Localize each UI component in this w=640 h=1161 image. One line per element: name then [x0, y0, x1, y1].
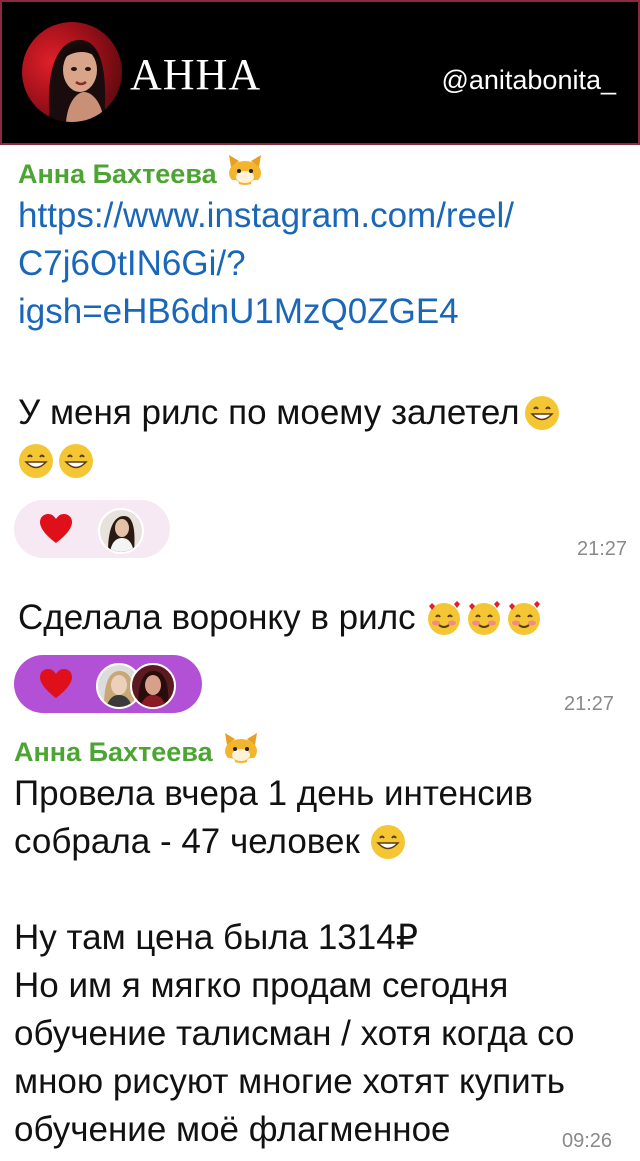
smiling-hearts-emoji-icon	[427, 601, 460, 635]
instagram-handle[interactable]: @anitabonita_	[441, 64, 616, 96]
reaction-pill[interactable]	[14, 655, 202, 713]
cat-emoji-icon	[221, 731, 261, 772]
text-line: обучение талисман / хотя когда со	[14, 1014, 575, 1053]
text-line: обучение моё флагменное	[14, 1110, 451, 1149]
text-line: Но им я мягко продам сегодня	[14, 966, 509, 1005]
link-line: igsh=eHB6dnU1MzQ0ZGE4	[18, 292, 459, 331]
cat-emoji-icon	[225, 153, 265, 194]
reaction-pill[interactable]	[14, 500, 170, 558]
sender-name: Анна Бахтеева	[18, 159, 217, 189]
heart-icon	[40, 669, 72, 698]
message-sender[interactable]: Анна Бахтеева	[18, 153, 265, 194]
text-line: Провела вчера 1 день интенсив	[14, 774, 533, 813]
heart-icon	[40, 514, 72, 543]
message-time: 21:27	[577, 538, 628, 560]
message-sender[interactable]: Анна Бахтеева	[14, 731, 261, 772]
link-line: C7j6OtIN6Gi/?	[18, 244, 246, 283]
link-line: https://www.instagram.com/reel/	[18, 196, 514, 235]
sender-name: Анна Бахтеева	[14, 737, 213, 767]
grin-emoji-icon	[524, 396, 559, 430]
text-line: У меня рилс по моему залетел	[18, 393, 520, 432]
grin-emoji-icon	[19, 444, 53, 478]
message-text: У меня рилс по моему залетел	[18, 389, 640, 485]
message-text: Сделала воронку в рилс	[18, 594, 542, 642]
reactor-avatar	[130, 663, 176, 709]
text-line: собрала - 47 человек	[14, 822, 360, 861]
message-time: 09:26	[562, 1130, 613, 1152]
message-text: Провела вчера 1 день интенсив собрала - …	[14, 770, 574, 1154]
text-line: мною рисуют многие хотят купить	[14, 1062, 565, 1101]
brand-title: АННА	[130, 50, 262, 99]
smiling-hearts-emoji-icon	[507, 601, 540, 635]
text-line	[14, 866, 574, 914]
profile-avatar[interactable]	[22, 22, 122, 122]
reel-link[interactable]: https://www.instagram.com/reel/ C7j6OtIN…	[18, 192, 514, 336]
message-time: 21:27	[564, 693, 615, 715]
avatar-portrait-icon	[48, 39, 106, 122]
grin-emoji-icon	[59, 444, 93, 478]
smiling-hearts-emoji-icon	[467, 601, 500, 635]
reactor-avatar	[98, 508, 144, 554]
grin-emoji-icon	[370, 825, 405, 859]
text-line: Сделала воронку в рилс	[18, 598, 416, 637]
text-line: Ну там цена была 1314₽	[14, 918, 418, 957]
profile-header: АННА @anitabonita_	[0, 0, 640, 145]
